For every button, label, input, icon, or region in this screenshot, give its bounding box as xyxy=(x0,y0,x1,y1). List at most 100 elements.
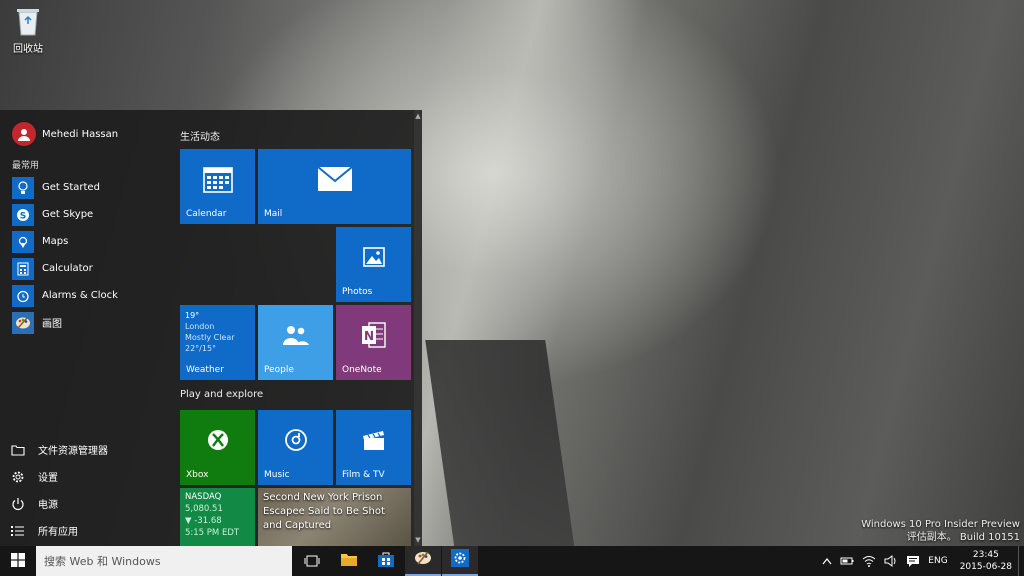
app-maps[interactable]: Maps xyxy=(12,228,118,255)
tile-people[interactable]: People xyxy=(258,305,333,380)
file-explorer-item[interactable]: 文件资源管理器 xyxy=(10,436,108,463)
film-clapper-icon xyxy=(362,429,386,455)
notifications-icon[interactable] xyxy=(906,555,920,567)
people-icon xyxy=(282,324,310,350)
taskbar-search-box[interactable]: 搜索 Web 和 Windows xyxy=(36,546,292,576)
paint-icon xyxy=(12,311,34,334)
group-title-play: Play and explore xyxy=(180,389,264,400)
task-view-button[interactable] xyxy=(294,546,330,576)
watermark-edition: Windows 10 Pro Insider Preview xyxy=(861,519,1020,530)
task-view-icon xyxy=(304,552,320,571)
maps-icon xyxy=(12,230,34,253)
tile-xbox[interactable]: Xbox xyxy=(180,410,255,485)
photos-icon xyxy=(362,246,385,271)
start-button[interactable] xyxy=(0,546,36,576)
volume-icon[interactable] xyxy=(884,555,898,567)
avatar xyxy=(12,122,36,146)
tray-overflow-chevron-icon[interactable] xyxy=(822,557,832,565)
calculator-icon xyxy=(12,257,34,280)
wallpaper-rock xyxy=(425,340,575,550)
tile-music[interactable]: Music xyxy=(258,410,333,485)
store-icon xyxy=(377,551,395,571)
settings-item[interactable]: 设置 xyxy=(10,463,108,490)
start-bottom-list: 文件资源管理器 设置 电源 所有应用 xyxy=(10,436,108,544)
taskbar-store[interactable] xyxy=(368,546,404,576)
clock-date: 2015-06-28 xyxy=(959,562,1012,572)
watermark-build: 评估副本。 Build 10151 xyxy=(906,532,1020,543)
search-placeholder: 搜索 Web 和 Windows xyxy=(44,555,161,568)
windows-logo-icon xyxy=(11,552,25,571)
battery-icon[interactable] xyxy=(840,556,854,566)
clock-time: 23:45 xyxy=(972,550,999,560)
app-paint[interactable]: 画图 xyxy=(12,309,118,336)
show-desktop-button[interactable] xyxy=(1018,546,1024,576)
taskbar: 搜索 Web 和 Windows ENG 23:45 2015-06-28 xyxy=(0,546,1024,576)
tile-mail[interactable]: Mail xyxy=(258,149,411,224)
folder-icon xyxy=(10,442,26,458)
tile-finance[interactable]: NASDAQ 5,080.51 ▼ -31.68 5:15 PM EDT xyxy=(180,488,255,546)
recycle-bin-desktop-icon[interactable]: 回收站 xyxy=(8,6,48,55)
scroll-down-arrow-icon[interactable]: ▼ xyxy=(414,536,422,544)
finance-index: NASDAQ xyxy=(185,492,222,502)
power-icon xyxy=(10,496,26,512)
skype-icon: S xyxy=(12,203,34,226)
user-name: Mehedi Hassan xyxy=(42,128,119,140)
all-apps-item[interactable]: 所有应用 xyxy=(10,517,108,544)
start-menu: Mehedi Hassan 最常用 Get Started S Get Skyp… xyxy=(0,110,422,546)
weather-city: London xyxy=(185,322,215,331)
tile-film-tv-label: Film & TV xyxy=(342,470,385,480)
build-watermark: Windows 10 Pro Insider Preview 评估副本。 Bui… xyxy=(861,518,1020,544)
power-item[interactable]: 电源 xyxy=(10,490,108,517)
weather-temp: 19° xyxy=(185,311,200,320)
group-title-life: 生活动态 xyxy=(180,132,220,143)
tile-calendar[interactable]: Calendar xyxy=(180,149,255,224)
system-tray: ENG 23:45 2015-06-28 xyxy=(818,546,1024,576)
scroll-up-arrow-icon[interactable]: ▲ xyxy=(414,112,422,120)
taskbar-paint[interactable] xyxy=(405,546,441,576)
taskbar-settings[interactable] xyxy=(442,546,478,576)
tile-weather[interactable]: 19° London Mostly Clear 22°/15° Weather xyxy=(180,305,255,380)
music-icon xyxy=(284,428,308,456)
start-scrollbar[interactable]: ▲ ▼ xyxy=(414,110,422,546)
tile-onenote[interactable]: N OneNote xyxy=(336,305,411,380)
start-left-column: Mehedi Hassan 最常用 Get Started S Get Skyp… xyxy=(0,110,170,546)
news-headline: Second New York Prison Escapee Said to B… xyxy=(263,492,385,531)
svg-text:N: N xyxy=(363,329,373,343)
app-get-started[interactable]: Get Started xyxy=(12,174,118,201)
power-label: 电源 xyxy=(38,500,58,511)
most-used-list: Get Started S Get Skype Maps Calculator xyxy=(12,174,118,336)
recycle-bin-icon xyxy=(15,6,41,36)
input-language[interactable]: ENG xyxy=(928,556,947,566)
weather-range: 22°/15° xyxy=(185,344,217,353)
all-apps-label: 所有应用 xyxy=(38,527,78,538)
recycle-bin-label: 回收站 xyxy=(13,44,43,55)
tile-weather-label: Weather xyxy=(186,365,224,375)
app-label: Get Skype xyxy=(42,209,94,220)
taskbar-clock[interactable]: 23:45 2015-06-28 xyxy=(960,549,1012,573)
finance-time: 5:15 PM EDT xyxy=(185,528,240,538)
lightbulb-icon xyxy=(12,176,34,199)
tile-onenote-label: OneNote xyxy=(342,365,382,375)
app-label: Alarms & Clock xyxy=(42,290,118,301)
user-account[interactable]: Mehedi Hassan xyxy=(12,122,118,146)
svg-text:S: S xyxy=(20,211,26,221)
app-label: 画图 xyxy=(42,319,62,330)
all-apps-icon xyxy=(10,523,26,539)
app-alarms-clock[interactable]: Alarms & Clock xyxy=(12,282,118,309)
gear-icon xyxy=(451,549,469,571)
onenote-icon: N xyxy=(361,320,387,354)
most-used-heading: 最常用 xyxy=(12,161,40,171)
finance-value: 5,080.51 xyxy=(185,504,223,514)
folder-icon xyxy=(340,552,358,571)
tile-news[interactable]: Second New York Prison Escapee Said to B… xyxy=(258,488,411,546)
file-explorer-label: 文件资源管理器 xyxy=(38,446,108,457)
taskbar-file-explorer[interactable] xyxy=(331,546,367,576)
tile-calendar-label: Calendar xyxy=(186,209,227,219)
tile-music-label: Music xyxy=(264,470,290,480)
app-get-skype[interactable]: S Get Skype xyxy=(12,201,118,228)
tile-film-tv[interactable]: Film & TV xyxy=(336,410,411,485)
tile-photos[interactable]: Photos xyxy=(336,227,411,302)
wifi-icon[interactable] xyxy=(862,555,876,567)
app-calculator[interactable]: Calculator xyxy=(12,255,118,282)
mail-icon xyxy=(316,165,353,196)
